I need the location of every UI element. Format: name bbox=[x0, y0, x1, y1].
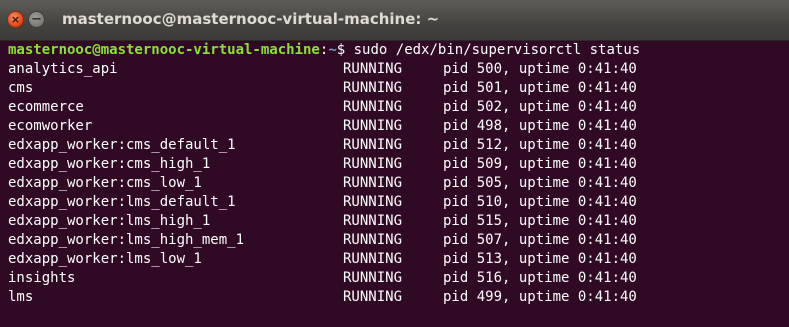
process-row: analytics_api RUNNING pid 500, uptime 0:41… bbox=[8, 60, 748, 79]
process-info: pid 500, uptime 0:41:40 bbox=[443, 61, 637, 77]
process-state: RUNNING bbox=[343, 213, 403, 229]
process-name: edxapp_worker:lms_high_mem_1 bbox=[8, 232, 245, 248]
process-row: edxapp_worker:lms_default_1 RUNNING pid 51… bbox=[8, 193, 748, 212]
process-row: edxapp_worker:lms_low_1 RUNNING pid 513, u… bbox=[8, 250, 748, 269]
prompt-path: ~ bbox=[328, 42, 337, 58]
process-info: pid 513, uptime 0:41:40 bbox=[443, 251, 637, 267]
process-info: pid 507, uptime 0:41:40 bbox=[443, 232, 637, 248]
process-state: RUNNING bbox=[343, 289, 403, 305]
process-state: RUNNING bbox=[343, 99, 403, 115]
process-row: cms RUNNING pid 501, uptime 0:41:40 bbox=[8, 79, 748, 98]
process-name: insights bbox=[8, 270, 76, 286]
process-row: edxapp_worker:cms_low_1 RUNNING pid 505, u… bbox=[8, 174, 748, 193]
process-name: edxapp_worker:cms_default_1 bbox=[8, 137, 236, 153]
process-name: cms bbox=[8, 80, 34, 96]
process-name: edxapp_worker:lms_default_1 bbox=[8, 194, 236, 210]
process-info: pid 509, uptime 0:41:40 bbox=[443, 156, 637, 172]
process-row: ecomworker RUNNING pid 498, uptime 0:41:40 bbox=[8, 117, 748, 136]
process-name: analytics_api bbox=[8, 61, 118, 77]
process-info: pid 498, uptime 0:41:40 bbox=[443, 118, 637, 134]
prompt-symbol: $ bbox=[336, 42, 346, 58]
prompt-line: masternooc@masternooc-virtual-machine:~$… bbox=[8, 41, 640, 60]
window-title: masternooc@masternooc-virtual-machine: ~ bbox=[62, 10, 440, 28]
process-info: pid 502, uptime 0:41:40 bbox=[443, 99, 637, 115]
process-state: RUNNING bbox=[343, 61, 403, 77]
process-row: edxapp_worker:lms_high_mem_1 RUNNING pid 5… bbox=[8, 231, 748, 250]
process-info: pid 499, uptime 0:41:40 bbox=[443, 289, 637, 305]
process-state: RUNNING bbox=[343, 118, 403, 134]
prompt-command: sudo /edx/bin/supervisorctl status bbox=[345, 42, 641, 58]
process-name: edxapp_worker:lms_low_1 bbox=[8, 251, 202, 267]
process-name: edxapp_worker:cms_low_1 bbox=[8, 175, 202, 191]
process-row: ecommerce RUNNING pid 502, uptime 0:41:40 bbox=[8, 98, 748, 117]
process-info: pid 501, uptime 0:41:40 bbox=[443, 80, 637, 96]
process-info: pid 505, uptime 0:41:40 bbox=[443, 175, 637, 191]
process-name: lms bbox=[8, 289, 34, 305]
process-state: RUNNING bbox=[343, 156, 403, 172]
process-info: pid 515, uptime 0:41:40 bbox=[443, 213, 637, 229]
process-state: RUNNING bbox=[343, 251, 403, 267]
terminal-output[interactable]: masternooc@masternooc-virtual-machine:~$… bbox=[0, 41, 789, 327]
process-name: ecomworker bbox=[8, 118, 93, 134]
process-row: edxapp_worker:lms_high_1 RUNNING pid 515, … bbox=[8, 212, 748, 231]
process-state: RUNNING bbox=[343, 137, 403, 153]
terminal-window: × − masternooc@masternooc-virtual-machin… bbox=[0, 0, 789, 327]
minimize-icon[interactable]: − bbox=[28, 11, 45, 28]
process-name: edxapp_worker:cms_high_1 bbox=[8, 156, 211, 172]
process-name: edxapp_worker:lms_high_1 bbox=[8, 213, 211, 229]
title-bar[interactable]: × − masternooc@masternooc-virtual-machin… bbox=[0, 0, 789, 41]
process-state: RUNNING bbox=[343, 232, 403, 248]
close-icon[interactable]: × bbox=[7, 11, 24, 28]
process-state: RUNNING bbox=[343, 80, 403, 96]
prompt-user-host: masternooc@masternooc-virtual-machine bbox=[8, 42, 320, 58]
process-info: pid 516, uptime 0:41:40 bbox=[443, 270, 637, 286]
process-row: edxapp_worker:cms_high_1 RUNNING pid 509, … bbox=[8, 155, 748, 174]
process-info: pid 510, uptime 0:41:40 bbox=[443, 194, 637, 210]
process-row: lms RUNNING pid 499, uptime 0:41:40 bbox=[8, 288, 748, 307]
process-row: insights RUNNING pid 516, uptime 0:41:40 bbox=[8, 269, 748, 288]
process-row: edxapp_worker:cms_default_1 RUNNING pid 51… bbox=[8, 136, 748, 155]
process-state: RUNNING bbox=[343, 175, 403, 191]
process-name: ecommerce bbox=[8, 99, 84, 115]
process-state: RUNNING bbox=[343, 194, 403, 210]
process-state: RUNNING bbox=[343, 270, 403, 286]
process-info: pid 512, uptime 0:41:40 bbox=[443, 137, 637, 153]
